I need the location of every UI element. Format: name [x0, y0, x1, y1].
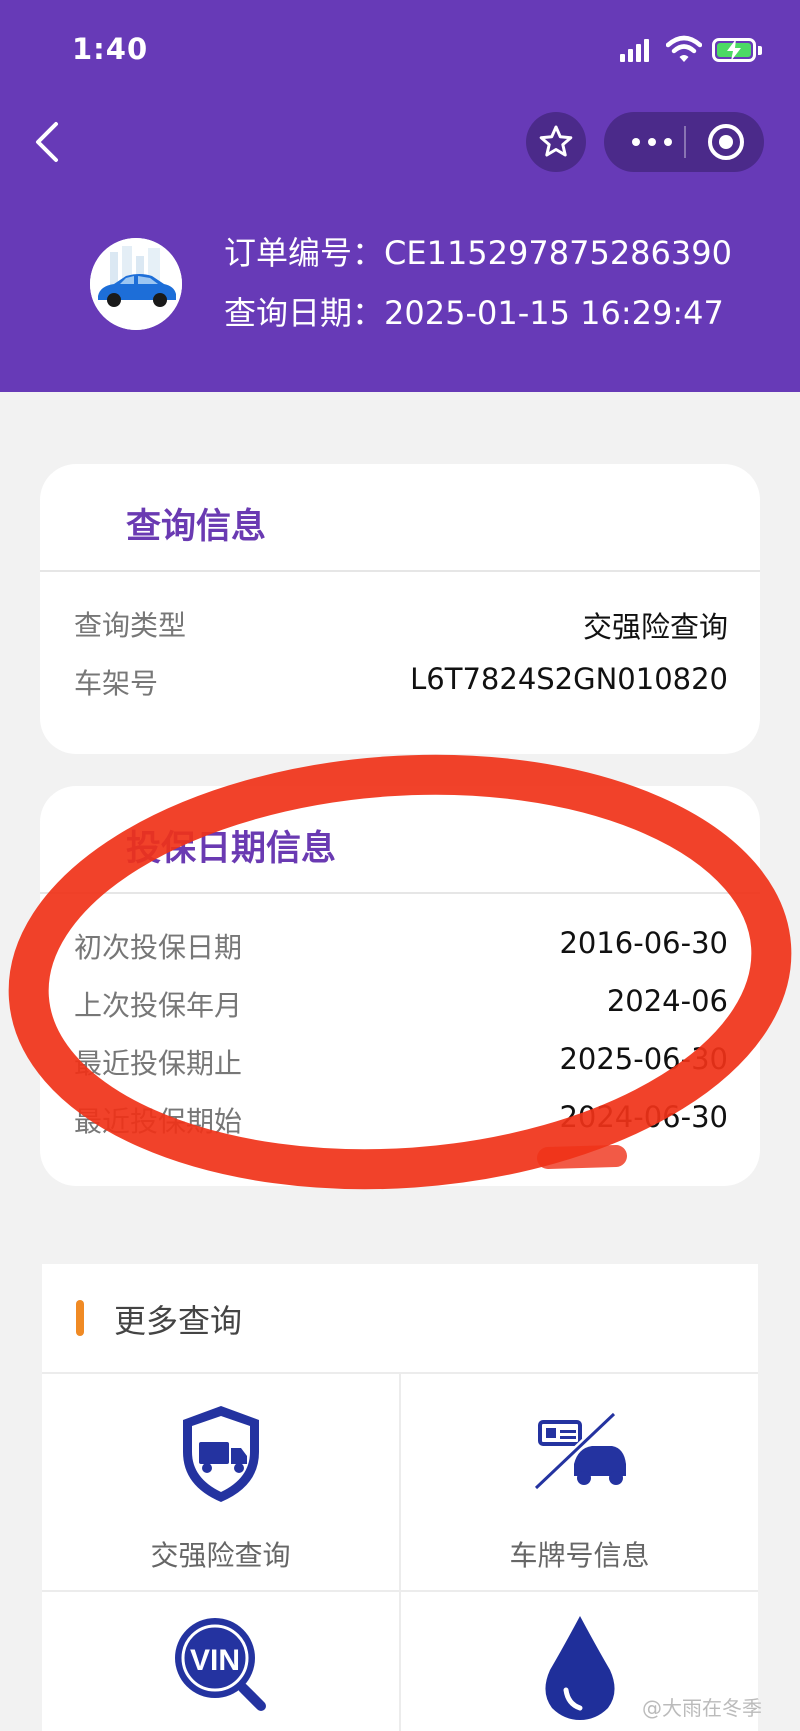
row-value: 2025-06-30: [559, 1042, 728, 1076]
favorite-button[interactable]: [526, 112, 586, 172]
status-icons: [618, 34, 763, 66]
order-number-label: 订单编号：: [224, 234, 385, 272]
tile-plate-info[interactable]: 车牌号信息: [401, 1374, 758, 1590]
row-label: 最近投保期始: [74, 1105, 243, 1138]
status-time: 1:40: [72, 32, 149, 66]
wifi-icon: [666, 35, 702, 62]
row-value: L6T7824S2GN010820: [410, 662, 728, 696]
more-query-section: 更多查询 交强险查询 车牌号信息 VIN: [42, 1264, 758, 1731]
star-icon: [539, 125, 573, 157]
more-dots-icon[interactable]: [630, 132, 674, 152]
row-value: 交强险查询: [582, 610, 728, 644]
menu-capsule: [604, 112, 764, 172]
insurance-date-card: 投保日期信息 初次投保日期 2016-06-30 上次投保年月 2024-06 …: [40, 786, 760, 1186]
row-label: 最近投保期止: [74, 1047, 243, 1080]
license-plate-car-icon: [532, 1411, 626, 1491]
charging-bolt-icon: [727, 39, 741, 61]
tile-label: 交强险查询: [150, 1539, 291, 1572]
car-icon: [90, 238, 182, 330]
query-info-card: 查询信息 查询类型 交强险查询 车架号 L6T7824S2GN010820: [40, 464, 760, 754]
query-date-line: 查询日期：2025-01-15 16:29:47: [224, 288, 724, 334]
car-avatar: [90, 238, 182, 330]
target-icon[interactable]: [706, 122, 746, 162]
shield-truck-icon: [182, 1406, 259, 1502]
row-value: 2024-06: [606, 984, 728, 1018]
vin-search-icon: VIN: [174, 1618, 266, 1711]
query-date-value: 2025-01-15 16:29:47: [384, 294, 724, 332]
tile-vin-search[interactable]: VIN: [42, 1592, 399, 1731]
accent-bar: [76, 1300, 84, 1336]
watermark: @大雨在冬季: [642, 1696, 762, 1720]
row-value: 2024-06-30: [559, 1100, 728, 1134]
svg-text:VIN: VIN: [189, 1644, 239, 1677]
row-label: 车架号: [74, 667, 159, 700]
oil-drop-icon: [544, 1616, 615, 1720]
query-info-title: 查询信息: [126, 507, 267, 547]
insurance-info-title: 投保日期信息: [126, 829, 337, 869]
order-number-line: 订单编号：CE115297875286390: [224, 228, 732, 274]
back-chevron-icon[interactable]: [28, 116, 68, 168]
header: 1:40 订单编号：CE115297875286390 查询日期：2025-01…: [0, 0, 800, 392]
more-query-title: 更多查询: [114, 1302, 243, 1340]
row-label: 查询类型: [74, 609, 187, 642]
order-number-value: CE115297875286390: [384, 234, 732, 272]
tile-compulsory-insurance[interactable]: 交强险查询: [42, 1374, 399, 1590]
more-query-header: 更多查询: [42, 1264, 758, 1372]
query-date-label: 查询日期：: [224, 294, 385, 332]
row-label: 初次投保日期: [74, 931, 243, 964]
row-label: 上次投保年月: [74, 989, 243, 1022]
tile-label: 车牌号信息: [509, 1539, 650, 1572]
row-value: 2016-06-30: [559, 926, 728, 960]
